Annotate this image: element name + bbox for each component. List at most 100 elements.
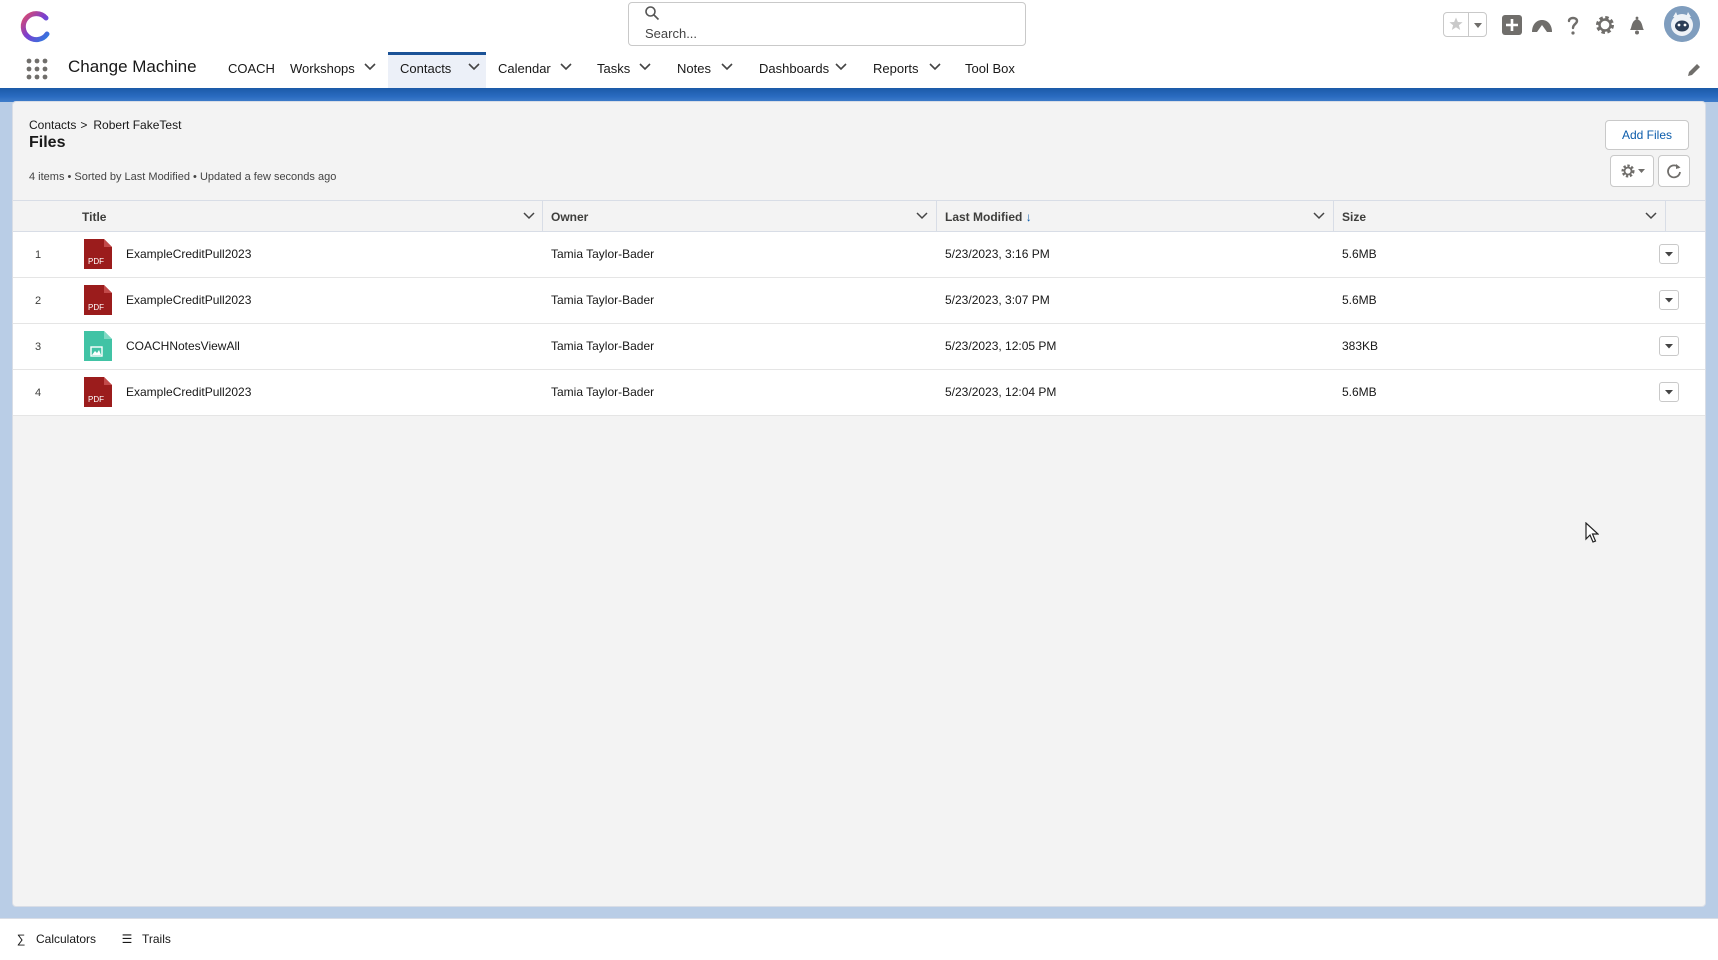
utility-item-trails[interactable]: ☰ Trails [120,932,171,946]
row-actions-button[interactable] [1659,290,1679,310]
column-header-label: Owner [551,210,589,224]
owner-link[interactable]: Tamia Taylor-Bader [551,247,654,261]
row-number: 3 [35,341,42,353]
favorites-list-chevron-icon[interactable] [1471,18,1485,32]
breadcrumb-parent-link[interactable]: Contacts [29,118,76,132]
table-row[interactable]: 1 PDF ExampleCreditPull2023 Tamia Taylor… [13,232,1705,278]
owner-link[interactable]: Tamia Taylor-Bader [551,385,654,399]
chevron-down-icon[interactable] [558,59,574,75]
nav-item-dashboards[interactable]: Dashboards [749,52,853,88]
refresh-icon [1667,164,1681,179]
utility-bar: ∑ Calculators ☰ Trails [0,918,1718,960]
pdf-file-icon: PDF [84,285,112,315]
row-actions-button[interactable] [1659,382,1679,402]
mouse-cursor-icon [1585,522,1599,543]
table-row[interactable]: 3 COACHNotesViewAll Tamia Taylor-Bader 5… [13,324,1705,370]
nav-item-workshops[interactable]: Workshops [280,52,380,88]
utility-item-calculators[interactable]: ∑ Calculators [14,932,96,946]
chevron-down-icon [1665,390,1673,395]
nav-item-label: Notes [677,61,711,76]
chevron-down-icon[interactable] [522,209,536,223]
last-modified-cell: 5/23/2023, 12:04 PM [945,385,1057,399]
image-file-icon [84,331,112,361]
nav-item-coach[interactable]: COACH [218,52,275,88]
favorites-button-group[interactable] [1443,12,1487,37]
files-table: Title Owner Last Modified ↓ Size 1 PDF E… [13,200,1705,416]
pdf-label: PDF [88,257,104,266]
utility-item-label: Trails [142,932,171,946]
column-header-last-modified[interactable]: Last Modified ↓ [937,201,1334,232]
list-settings-button[interactable] [1610,155,1654,187]
chevron-down-icon[interactable] [1312,209,1326,223]
column-divider [1665,201,1666,232]
global-search[interactable]: Search... [628,2,1026,46]
last-modified-cell: 5/23/2023, 12:05 PM [945,339,1057,353]
sort-descending-arrow-icon: ↓ [1025,210,1032,224]
column-header-size[interactable]: Size [1334,201,1666,232]
owner-link[interactable]: Tamia Taylor-Bader [551,339,654,353]
nav-item-calendar[interactable]: Calendar [488,52,580,88]
app-launcher-icon[interactable] [26,58,48,80]
row-number: 1 [35,249,42,261]
help-icon[interactable] [1561,13,1585,37]
page-title: Files [29,134,66,151]
pdf-file-icon: PDF [84,377,112,407]
nav-item-notes[interactable]: Notes [667,52,739,88]
column-header-title[interactable]: Title [74,201,543,232]
chevron-down-icon[interactable] [719,59,735,75]
table-header: Title Owner Last Modified ↓ Size [13,200,1705,232]
global-add-icon[interactable] [1500,13,1524,37]
edit-nav-pencil-icon[interactable] [1686,62,1702,78]
favorites-star-icon[interactable] [1448,16,1464,32]
row-actions-button[interactable] [1659,244,1679,264]
list-icon: ☰ [121,932,133,946]
search-icon [645,6,660,21]
chevron-down-icon[interactable] [833,59,849,75]
avatar-astro-icon [1664,6,1700,42]
column-header-owner[interactable]: Owner [543,201,937,232]
size-cell: 5.6MB [1342,385,1377,399]
row-number: 2 [35,295,42,307]
setup-gear-icon[interactable] [1593,13,1617,37]
trailhead-icon[interactable] [1530,13,1554,37]
table-row[interactable]: 2 PDF ExampleCreditPull2023 Tamia Taylor… [13,278,1705,324]
search-input[interactable]: Search... [645,26,697,41]
chevron-down-icon[interactable] [915,209,929,223]
user-avatar[interactable] [1664,6,1700,42]
chevron-down-icon[interactable] [927,59,943,75]
row-actions-button[interactable] [1659,336,1679,356]
chevron-down-icon[interactable] [637,59,653,75]
size-cell: 5.6MB [1342,247,1377,261]
file-title-link[interactable]: ExampleCreditPull2023 [126,293,251,307]
notifications-bell-icon[interactable] [1625,13,1649,37]
app-logo-icon[interactable] [16,6,56,46]
size-cell: 5.6MB [1342,293,1377,307]
nav-item-reports[interactable]: Reports [863,52,945,88]
nav-item-label: Calendar [498,61,551,76]
utility-item-label: Calculators [36,932,97,946]
row-number: 4 [35,387,42,399]
refresh-button[interactable] [1658,155,1690,187]
chevron-down-icon[interactable] [1644,209,1658,223]
chevron-down-icon[interactable] [466,59,482,75]
nav-item-label: Reports [873,61,919,76]
nav-item-tool-box[interactable]: Tool Box [955,52,1025,88]
file-title-link[interactable]: COACHNotesViewAll [126,339,240,353]
chevron-down-icon[interactable] [362,59,378,75]
chevron-down-icon [1665,344,1673,349]
add-files-button[interactable]: Add Files [1605,120,1689,150]
nav-item-contacts[interactable]: Contacts [388,52,486,88]
sigma-icon: ∑ [16,932,26,946]
pdf-file-icon: PDF [84,239,112,269]
breadcrumb-current-link[interactable]: Robert FakeTest [93,118,181,132]
column-header-label: Title [82,210,107,224]
file-title-link[interactable]: ExampleCreditPull2023 [126,385,251,399]
size-cell: 383KB [1342,339,1379,353]
nav-item-label: Dashboards [759,61,830,76]
nav-item-label: Tool Box [965,61,1015,76]
nav-item-tasks[interactable]: Tasks [587,52,657,88]
owner-link[interactable]: Tamia Taylor-Bader [551,293,654,307]
file-title-link[interactable]: ExampleCreditPull2023 [126,247,251,261]
table-row[interactable]: 4 PDF ExampleCreditPull2023 Tamia Taylor… [13,370,1705,416]
last-modified-cell: 5/23/2023, 3:16 PM [945,247,1050,261]
